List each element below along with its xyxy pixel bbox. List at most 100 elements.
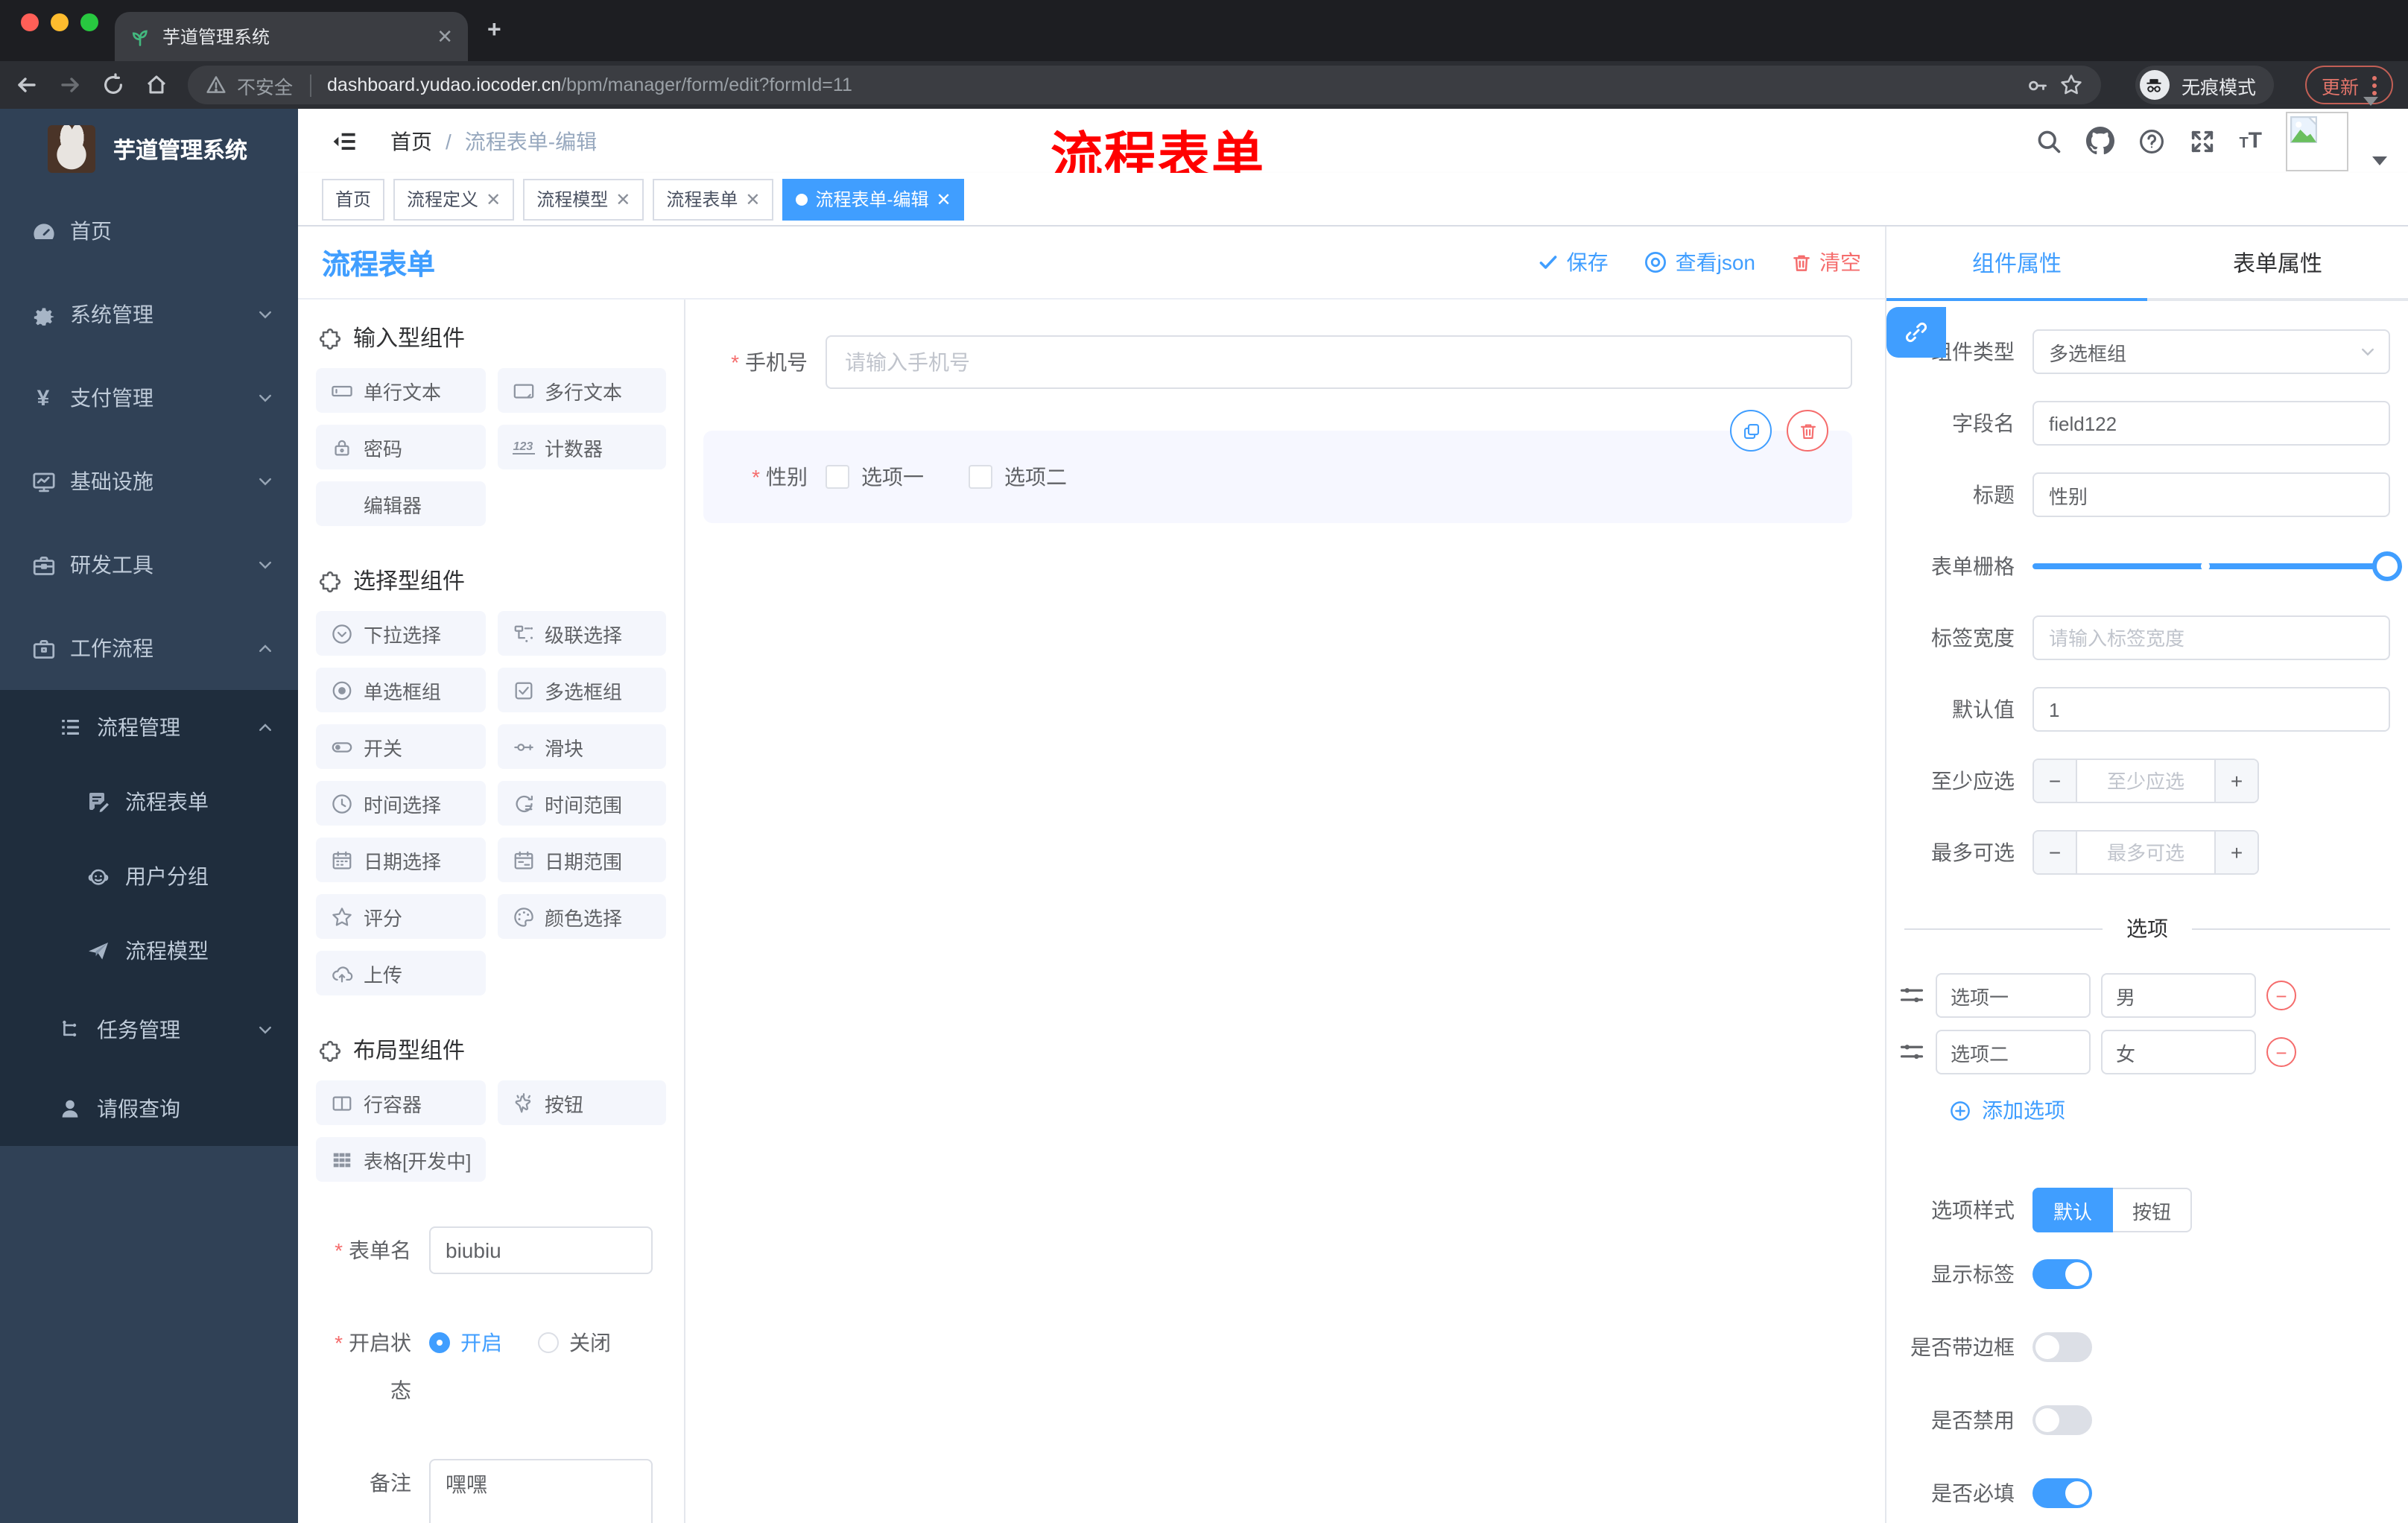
font-size-icon[interactable]: TT — [2239, 128, 2262, 153]
component-row-container[interactable]: 行容器 — [316, 1080, 485, 1125]
form-name-input[interactable] — [429, 1226, 653, 1274]
component-editor[interactable]: 编辑器 — [316, 481, 485, 526]
browser-update-button[interactable]: 更新 — [2304, 66, 2393, 104]
gender-field-row-selected[interactable]: 性别 选项一 选项二 — [703, 410, 1852, 523]
browser-tab[interactable]: 芋道管理系统 ✕ — [115, 12, 468, 61]
sidebar-logo[interactable]: 芋道管理系统 — [0, 109, 298, 189]
form-remark-input[interactable]: 嘿嘿 — [429, 1459, 653, 1523]
label-width-input[interactable] — [2032, 615, 2390, 660]
phone-field-row[interactable]: 手机号 — [703, 335, 1852, 389]
sidebar-item-payment[interactable]: ¥ 支付管理 — [0, 356, 298, 440]
component-select[interactable]: 下拉选择 — [316, 611, 485, 656]
status-off-radio[interactable]: 关闭 — [538, 1328, 611, 1358]
tag-process-form-edit[interactable]: 流程表单-编辑 ✕ — [782, 178, 965, 220]
tag-process-model[interactable]: 流程模型 ✕ — [523, 178, 644, 220]
required-toggle[interactable] — [2032, 1478, 2092, 1508]
close-window-button[interactable] — [21, 13, 39, 31]
min-select-input[interactable] — [2077, 760, 2214, 802]
sidebar-fold-icon[interactable] — [331, 127, 358, 154]
component-date-picker[interactable]: 日期选择 — [316, 838, 485, 882]
tab-component-props[interactable]: 组件属性 — [1886, 227, 2147, 301]
component-table[interactable]: 表格[开发中] — [316, 1137, 485, 1182]
component-color-picker[interactable]: 颜色选择 — [497, 894, 666, 939]
security-warning-icon[interactable] — [206, 75, 226, 95]
tab-form-props[interactable]: 表单属性 — [2147, 227, 2408, 298]
view-json-button[interactable]: 查看json — [1644, 247, 1755, 277]
gender-option-1[interactable]: 选项一 — [826, 462, 924, 492]
bookmark-star-icon[interactable] — [2059, 73, 2083, 97]
grid-slider[interactable] — [2032, 544, 2402, 589]
component-slider[interactable]: 滑块 — [497, 724, 666, 769]
style-button-button[interactable]: 按钮 — [2113, 1188, 2193, 1232]
github-icon[interactable] — [2085, 127, 2114, 155]
search-icon[interactable] — [2035, 127, 2062, 154]
component-upload[interactable]: 上传 — [316, 951, 485, 995]
sidebar-item-workflow[interactable]: 工作流程 — [0, 607, 298, 690]
component-rate[interactable]: 评分 — [316, 894, 485, 939]
field-name-input[interactable] — [2032, 401, 2390, 446]
home-icon[interactable] — [145, 73, 168, 97]
component-single-text[interactable]: 单行文本 — [316, 368, 485, 413]
tag-close-icon[interactable]: ✕ — [745, 189, 760, 209]
tab-close-icon[interactable]: ✕ — [437, 25, 453, 48]
browser-menu-icon[interactable] — [2372, 75, 2377, 95]
component-time-picker[interactable]: 时间选择 — [316, 781, 485, 826]
slider-handle[interactable] — [2372, 551, 2402, 581]
sidebar-item-process-form[interactable]: 流程表单 — [0, 764, 298, 839]
toolbar-caret-icon[interactable] — [2363, 97, 2378, 106]
component-counter[interactable]: 123 计数器 — [497, 425, 666, 469]
tag-home[interactable]: 首页 — [322, 178, 385, 220]
slider-track[interactable] — [2032, 551, 2402, 581]
plus-icon[interactable]: + — [2214, 760, 2258, 802]
minus-icon[interactable]: − — [2034, 760, 2077, 802]
checkbox-icon[interactable] — [826, 465, 849, 489]
sidebar-item-system[interactable]: 系统管理 — [0, 273, 298, 356]
fullscreen-icon[interactable] — [2188, 127, 2215, 154]
sidebar-item-leave-query[interactable]: 请假查询 — [0, 1071, 298, 1146]
title-input[interactable] — [2032, 472, 2390, 517]
clear-button[interactable]: 清空 — [1791, 247, 1861, 277]
option-2-label-input[interactable] — [1936, 1030, 2091, 1074]
component-cascader[interactable]: 级联选择 — [497, 611, 666, 656]
save-button[interactable]: 保存 — [1539, 247, 1609, 277]
component-switch[interactable]: 开关 — [316, 724, 485, 769]
sidebar-item-infra[interactable]: 基础设施 — [0, 440, 298, 523]
drag-handle-icon[interactable] — [1898, 982, 1925, 1009]
copy-component-button[interactable] — [1730, 410, 1772, 452]
reload-icon[interactable] — [101, 73, 125, 97]
tag-close-icon[interactable]: ✕ — [937, 189, 951, 209]
component-textarea[interactable]: 多行文本 — [497, 368, 666, 413]
sidebar-item-process-model[interactable]: 流程模型 — [0, 914, 298, 988]
sidebar-item-user-group[interactable]: 用户分组 — [0, 839, 298, 914]
link-tag[interactable] — [1886, 307, 1946, 358]
avatar-caret-icon[interactable] — [2372, 156, 2387, 165]
tag-close-icon[interactable]: ✕ — [486, 189, 501, 209]
delete-component-button[interactable] — [1787, 410, 1828, 452]
component-radio-group[interactable]: 单选框组 — [316, 668, 485, 712]
remove-option-icon[interactable]: − — [2266, 1037, 2296, 1067]
component-checkbox-group[interactable]: 多选框组 — [497, 668, 666, 712]
tag-close-icon[interactable]: ✕ — [615, 189, 630, 209]
option-1-label-input[interactable] — [1936, 973, 2091, 1018]
sidebar-item-home[interactable]: 首页 — [0, 189, 298, 273]
component-time-range[interactable]: 时间范围 — [497, 781, 666, 826]
url-text[interactable]: dashboard.yudao.iocoder.cn/bpm/manager/f… — [327, 75, 852, 95]
new-tab-button[interactable]: + — [487, 18, 501, 45]
help-icon[interactable] — [2138, 127, 2164, 154]
component-button[interactable]: 按钮 — [497, 1080, 666, 1125]
option-1-value-input[interactable] — [2101, 973, 2256, 1018]
phone-input[interactable] — [826, 335, 1852, 389]
default-value-input[interactable] — [2032, 687, 2390, 732]
plus-icon[interactable]: + — [2214, 832, 2258, 873]
zoom-window-button[interactable] — [80, 13, 98, 31]
show-label-toggle[interactable] — [2032, 1259, 2092, 1289]
drag-handle-icon[interactable] — [1898, 1039, 1925, 1066]
component-type-select[interactable] — [2032, 329, 2390, 374]
border-toggle[interactable] — [2032, 1332, 2092, 1362]
component-password[interactable]: 密码 — [316, 425, 485, 469]
option-2-value-input[interactable] — [2101, 1030, 2256, 1074]
style-default-button[interactable]: 默认 — [2032, 1188, 2114, 1232]
component-date-range[interactable]: 日期范围 — [497, 838, 666, 882]
sidebar-item-process-mgmt[interactable]: 流程管理 — [0, 690, 298, 764]
status-on-radio[interactable]: 开启 — [429, 1328, 502, 1358]
